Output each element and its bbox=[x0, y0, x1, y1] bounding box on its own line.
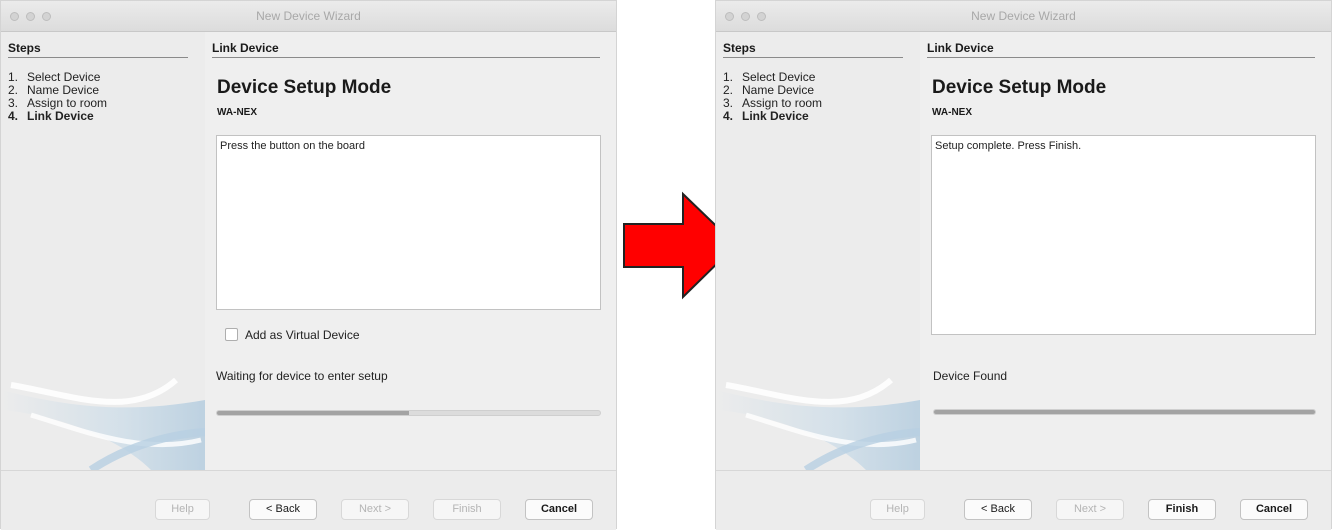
wizard-window-after: New Device Wizard Steps 1. Select Device … bbox=[715, 0, 1332, 530]
button-bar: Help < Back Next > Finish Cancel bbox=[716, 470, 1331, 530]
status-text: Device Found bbox=[933, 369, 1008, 383]
step-item-current: 4. Link Device bbox=[8, 110, 107, 123]
decorative-swoosh-graphic bbox=[716, 377, 920, 470]
steps-pane: Steps 1. Select Device 2. Name Device 3. As… bbox=[1, 32, 205, 470]
cancel-button[interactable]: Cancel bbox=[1240, 499, 1308, 520]
wizard-window-before: New Device Wizard Steps 1. Select Device … bbox=[0, 0, 617, 530]
cancel-button[interactable]: Cancel bbox=[525, 499, 593, 520]
virtual-device-option[interactable]: Add as Virtual Device bbox=[225, 328, 360, 342]
steps-pane: Steps 1. Select Device 2. Name Device 3. As… bbox=[716, 32, 920, 470]
section-header: Link Device bbox=[212, 41, 600, 58]
step-label: Assign to room bbox=[742, 96, 823, 110]
content-pane: Link Device Device Setup Mode WA-NEX Pre… bbox=[205, 32, 616, 470]
finish-button[interactable]: Finish bbox=[1148, 499, 1216, 520]
step-label: Link Device bbox=[27, 109, 94, 123]
progress-fill bbox=[217, 411, 409, 415]
content-pane: Link Device Device Setup Mode WA-NEX Set… bbox=[920, 32, 1331, 470]
step-label: Name Device bbox=[27, 83, 100, 97]
steps-list: 1. Select Device 2. Name Device 3. Assign t… bbox=[8, 71, 107, 123]
next-button[interactable]: Next > bbox=[341, 499, 409, 520]
back-button[interactable]: < Back bbox=[249, 499, 317, 520]
virtual-device-label[interactable]: Add as Virtual Device bbox=[245, 328, 360, 342]
progress-fill bbox=[934, 410, 1315, 414]
step-number: 4. bbox=[8, 109, 19, 123]
window-title: New Device Wizard bbox=[971, 9, 1076, 23]
finish-button[interactable]: Finish bbox=[433, 499, 501, 520]
device-name: WA-NEX bbox=[217, 107, 257, 118]
window-title: New Device Wizard bbox=[256, 9, 361, 23]
button-bar: Help < Back Next > Finish Cancel bbox=[1, 470, 616, 530]
step-label: Name Device bbox=[742, 83, 815, 97]
title-bar: New Device Wizard bbox=[716, 1, 1331, 32]
progress-bar bbox=[216, 410, 601, 416]
step-label: Link Device bbox=[742, 109, 809, 123]
step-label: Select Device bbox=[27, 70, 101, 84]
decorative-swoosh-graphic bbox=[1, 377, 205, 470]
status-text: Waiting for device to enter setup bbox=[216, 369, 388, 383]
help-button[interactable]: Help bbox=[155, 499, 210, 520]
title-bar: New Device Wizard bbox=[1, 1, 616, 32]
steps-list: 1. Select Device 2. Name Device 3. Assign t… bbox=[723, 71, 822, 123]
help-button[interactable]: Help bbox=[870, 499, 925, 520]
step-label: Select Device bbox=[742, 70, 816, 84]
progress-bar bbox=[933, 409, 1316, 415]
message-text-area[interactable]: Setup complete. Press Finish. bbox=[931, 135, 1316, 335]
steps-header: Steps bbox=[8, 41, 188, 58]
step-number: 4. bbox=[723, 109, 734, 123]
step-label: Assign to room bbox=[27, 96, 108, 110]
steps-header: Steps bbox=[723, 41, 903, 58]
page-title: Device Setup Mode bbox=[932, 77, 1107, 98]
message-text-area[interactable]: Press the button on the board bbox=[216, 135, 601, 310]
step-item-current: 4. Link Device bbox=[723, 110, 822, 123]
device-name: WA-NEX bbox=[932, 107, 972, 118]
next-button[interactable]: Next > bbox=[1056, 499, 1124, 520]
section-header: Link Device bbox=[927, 41, 1315, 58]
page-title: Device Setup Mode bbox=[217, 77, 392, 98]
back-button[interactable]: < Back bbox=[964, 499, 1032, 520]
virtual-device-checkbox[interactable] bbox=[225, 328, 238, 341]
